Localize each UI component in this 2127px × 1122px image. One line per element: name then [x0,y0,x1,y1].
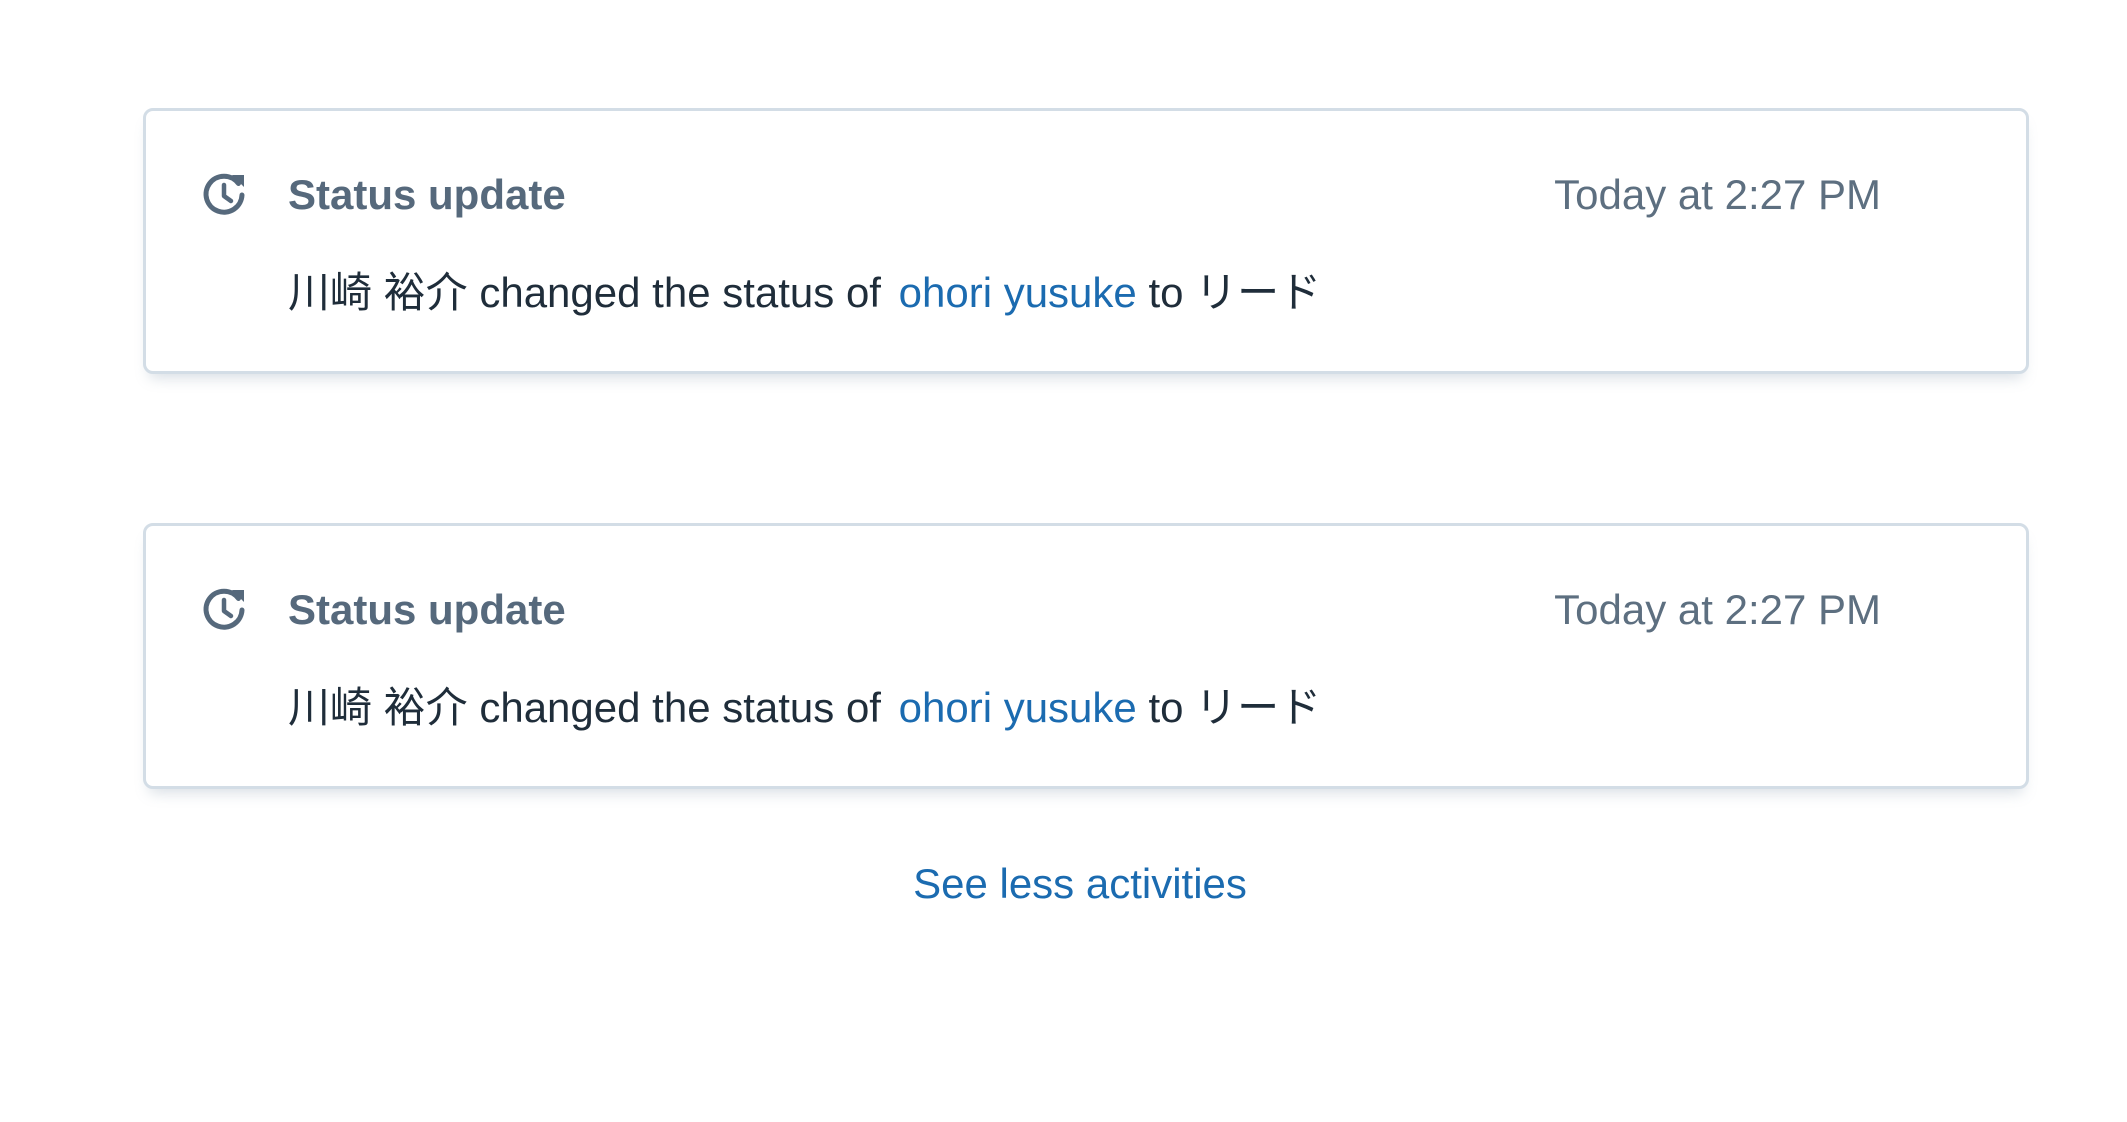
to-word: to [1148,684,1184,731]
new-status: リード [1195,269,1322,316]
activity-card: Status update Today at 2:27 PM 川崎 裕介 cha… [143,108,2029,374]
new-status: リード [1195,684,1322,731]
activity-description: 川崎 裕介 changed the status of ohori yusuke… [288,682,1321,734]
action-text: changed the status of [479,684,881,731]
actor-name: 川崎 裕介 [288,269,468,316]
history-clock-icon [203,173,245,215]
see-less-activities-link[interactable]: See less activities [0,858,2127,910]
activity-description: 川崎 裕介 changed the status of ohori yusuke… [288,267,1321,319]
activity-feed: Status update Today at 2:27 PM 川崎 裕介 cha… [0,0,2127,1122]
activity-title: Status update [288,171,566,218]
activity-timestamp: Today at 2:27 PM [1554,586,1881,633]
activity-timestamp: Today at 2:27 PM [1554,171,1881,218]
to-word: to [1148,269,1184,316]
lead-link[interactable]: ohori yusuke [899,269,1137,316]
history-clock-icon [203,588,245,630]
lead-link[interactable]: ohori yusuke [899,684,1137,731]
activity-title: Status update [288,586,566,633]
actor-name: 川崎 裕介 [288,684,468,731]
activity-card: Status update Today at 2:27 PM 川崎 裕介 cha… [143,523,2029,789]
action-text: changed the status of [479,269,881,316]
